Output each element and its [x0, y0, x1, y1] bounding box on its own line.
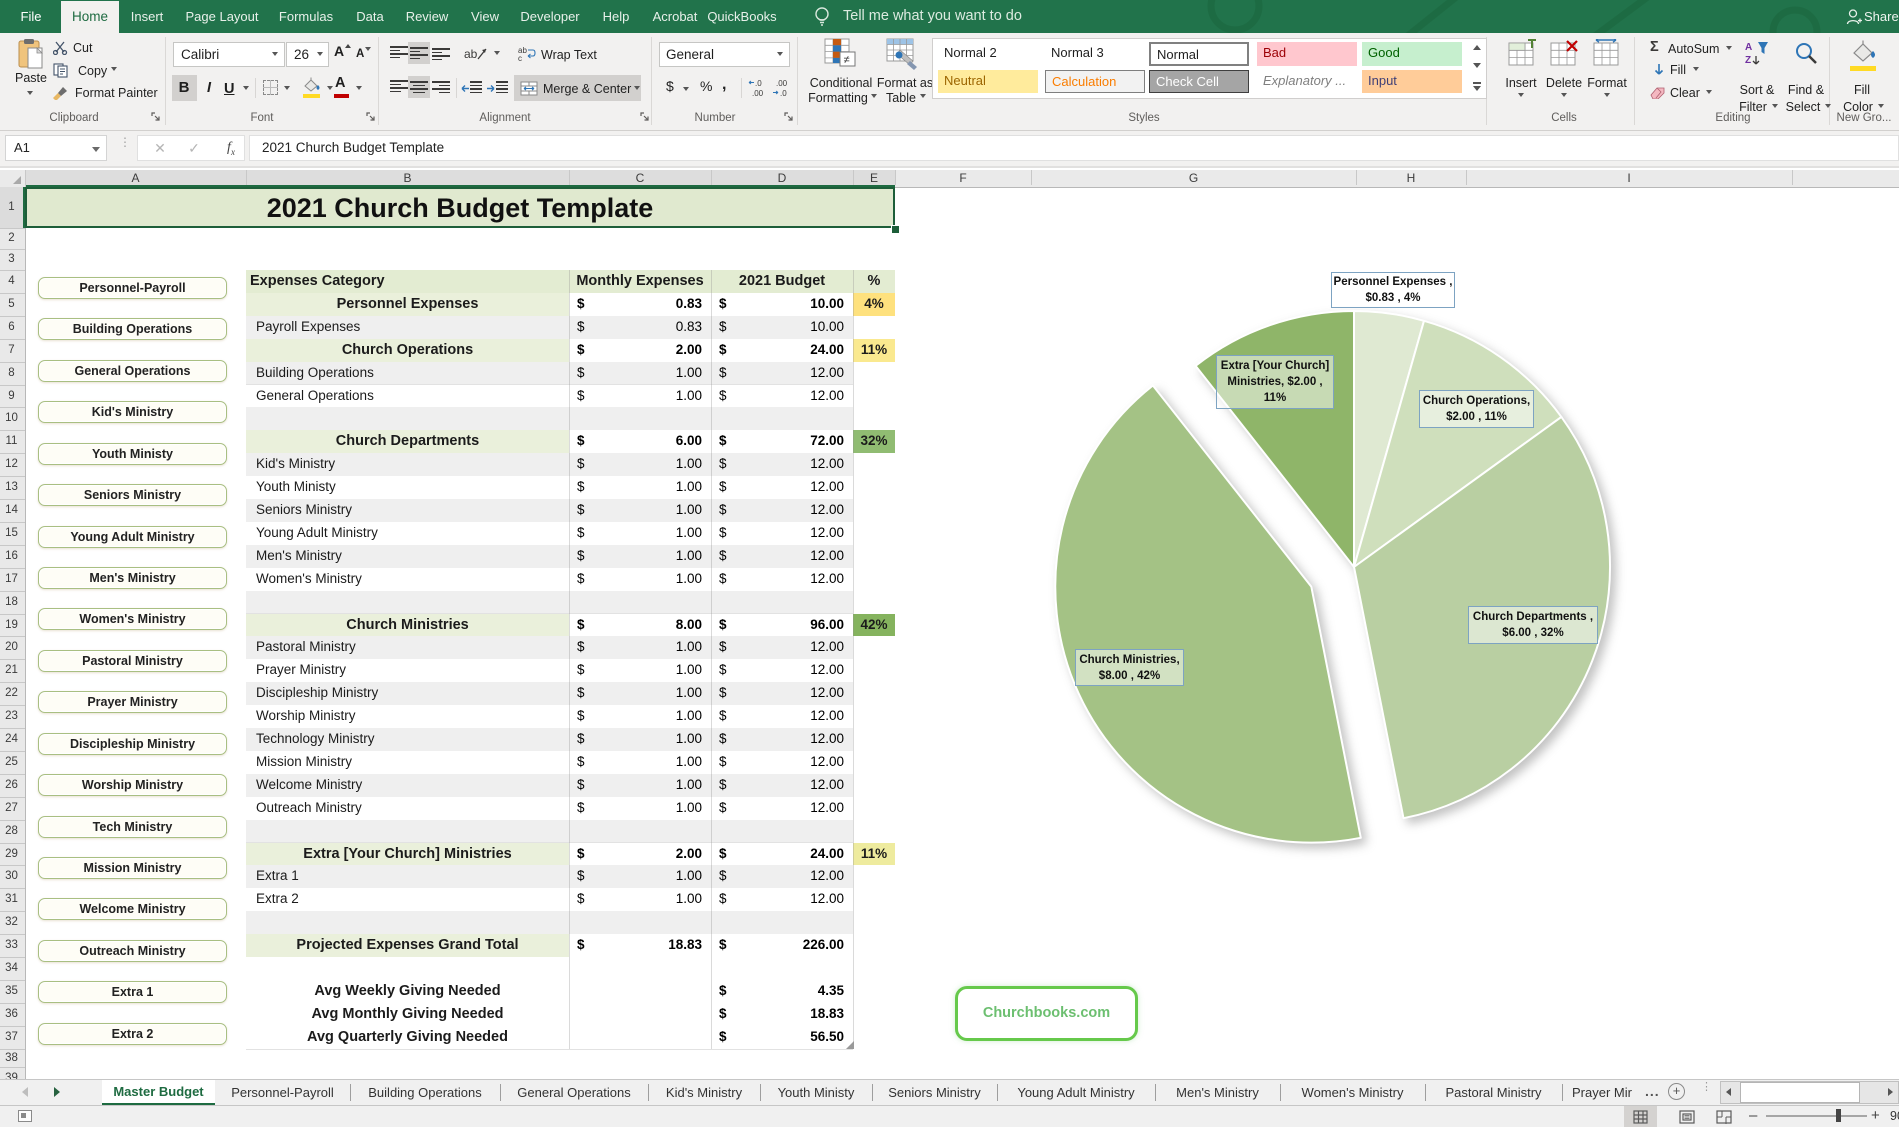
- svg-text:Z: Z: [1745, 55, 1751, 66]
- svg-text:A: A: [1745, 42, 1752, 53]
- svg-text:.0: .0: [780, 89, 787, 98]
- svg-text:ab: ab: [464, 47, 478, 61]
- svg-text:.00: .00: [776, 79, 788, 88]
- svg-text:c: c: [518, 54, 522, 62]
- svg-text:.00: .00: [752, 89, 764, 98]
- svg-text:≠: ≠: [844, 54, 850, 66]
- svg-text:.0: .0: [755, 79, 762, 88]
